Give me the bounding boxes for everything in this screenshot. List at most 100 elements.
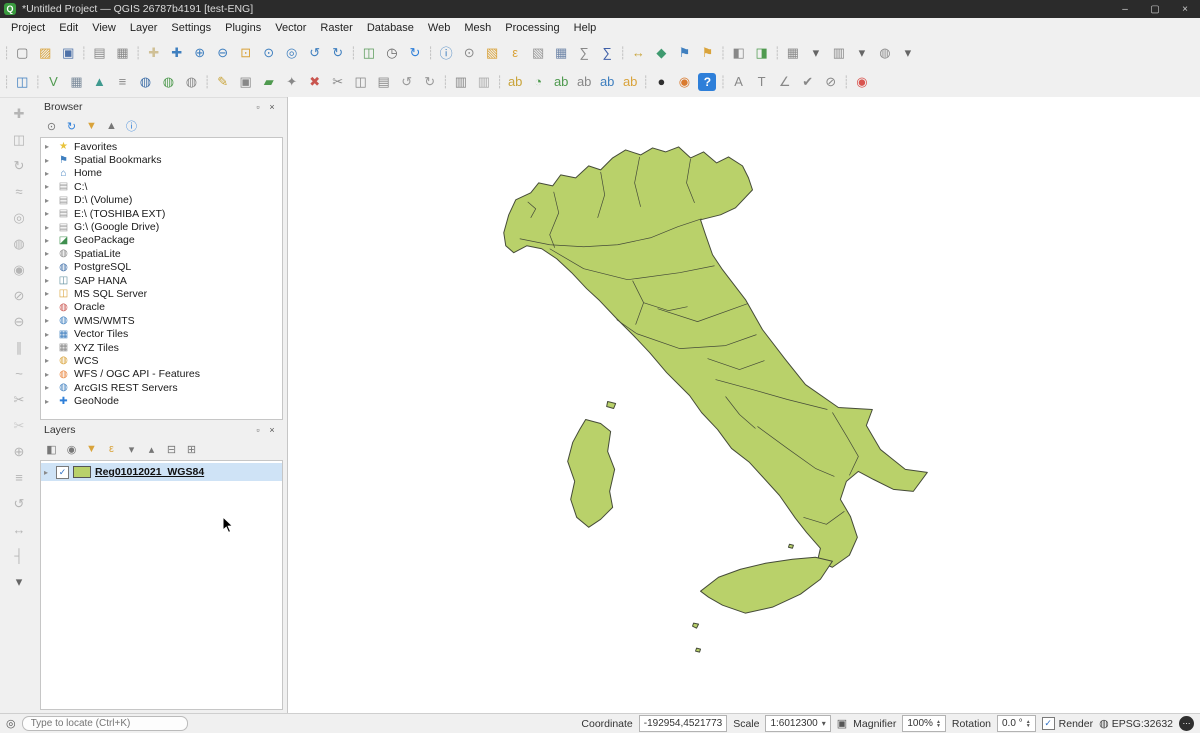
zoom-to-layer-icon[interactable]: ◎ [281,42,303,64]
browser-item[interactable]: ▸ ◍ WCS [41,354,282,367]
vector-group-icon[interactable]: ▥ [828,42,850,64]
expand-caret-icon[interactable]: ▸ [45,356,53,365]
deselect-region-icon[interactable]: ▥ [473,71,495,93]
messages-button[interactable]: ⋯ [1179,716,1194,731]
coordinate-value[interactable]: -192954,4521773 [639,715,727,732]
browser-item[interactable]: ▸ ▤ G:\ (Google Drive) [41,220,282,233]
menu-item[interactable]: Web [421,20,457,36]
topology-checker-icon[interactable]: ✔ [797,71,819,93]
open-attribute-table-icon[interactable]: ▦ [550,42,572,64]
expand-caret-icon[interactable]: ▸ [45,330,53,339]
menu-item[interactable]: View [85,20,123,36]
expand-caret-icon[interactable]: ▸ [45,343,53,352]
temporal-controller-icon[interactable]: ◷ [381,42,403,64]
change-label-icon[interactable]: ab [619,71,641,93]
trim-extend-icon[interactable]: ┤ [7,544,31,567]
expand-caret-icon[interactable]: ▸ [45,223,53,232]
browser-item[interactable]: ▸ ◍ WMS/WMTS [41,314,282,327]
toolbar-handle[interactable]: ┊ [350,42,357,64]
layer-styling-icon[interactable]: ◧ [728,42,750,64]
annotation-toolbar-icon[interactable]: A [728,71,750,93]
deselect-features-icon[interactable]: ▧ [527,42,549,64]
spin-arrows[interactable]: ▲ ▼ [936,720,941,728]
text-annotation-icon[interactable]: T [751,71,773,93]
browser-item[interactable]: ▸ ▤ C:\ [41,180,282,193]
new-bookmark-icon[interactable]: ⚑ [673,42,695,64]
zoom-full-icon[interactable]: ⊡ [235,42,257,64]
float-panel-button[interactable]: ▫ [251,425,265,435]
web-group-icon[interactable]: ◍ [874,42,896,64]
run-feature-action-icon[interactable]: ⊙ [458,42,480,64]
expand-caret-icon[interactable]: ▸ [45,182,53,191]
reshape-features-icon[interactable]: ~ [7,362,31,385]
new-3d-map-icon[interactable]: ◫ [358,42,380,64]
toolbar-handle[interactable]: ┊ [642,71,649,93]
dropdown-caret-icon[interactable]: ▾ [897,42,919,64]
filter-browser-icon[interactable]: ▼ [83,118,100,135]
collapse-all-icon[interactable]: ▴ [143,441,160,458]
legend-caret-icon[interactable]: ▸ [44,468,52,477]
render-checkbox-group[interactable]: ✓ Render [1042,717,1093,730]
properties-widget-icon[interactable]: ⓘ [123,118,140,135]
zoom-next-icon[interactable]: ↻ [327,42,349,64]
toolbar-handle[interactable]: ┊ [34,71,41,93]
browser-item[interactable]: ▸ ◪ GeoPackage [41,234,282,247]
browser-item[interactable]: ▸ ▤ E:\ (TOSHIBA EXT) [41,207,282,220]
merge-features-icon[interactable]: ⊕ [7,440,31,463]
browser-item[interactable]: ▸ ⚑ Spatial Bookmarks [41,153,282,166]
expand-caret-icon[interactable]: ▸ [45,383,53,392]
menu-item[interactable]: Vector [268,20,313,36]
delete-ring-icon[interactable]: ⊘ [7,284,31,307]
locator-input[interactable] [22,716,188,731]
minimize-button[interactable]: – [1110,0,1140,18]
toolbar-handle[interactable]: ┊ [134,42,141,64]
expand-caret-icon[interactable]: ▸ [45,276,53,285]
toggle-editing-icon[interactable]: ✎ [212,71,234,93]
toolbar-handle[interactable]: ┊ [843,71,850,93]
lock-scale-icon[interactable]: ▣ [837,717,847,730]
new-print-layout-icon[interactable]: ▤ [88,42,110,64]
menu-item[interactable]: Project [4,20,52,36]
select-region-icon[interactable]: ▥ [450,71,472,93]
expand-caret-icon[interactable]: ▸ [45,196,53,205]
expand-caret-icon[interactable]: ▸ [45,142,53,151]
browser-item[interactable]: ▸ ▦ Vector Tiles [41,327,282,340]
menu-item[interactable]: Layer [123,20,165,36]
add-delimited-text-icon[interactable]: ≡ [111,71,133,93]
layer-labeling-icon[interactable]: ab [504,71,526,93]
expand-caret-icon[interactable]: ▸ [45,169,53,178]
split-features-icon[interactable]: ✂ [7,388,31,411]
vertex-tool-icon[interactable]: ✦ [281,71,303,93]
browser-item[interactable]: ▸ ◍ WFS / OGC API - Features [41,368,282,381]
browser-item[interactable]: ▸ ✚ GeoNode [41,394,282,407]
browser-item[interactable]: ▸ ▤ D:\ (Volume) [41,194,282,207]
add-postgis-layer-icon[interactable]: ◍ [134,71,156,93]
spin-down-icon[interactable]: ▼ [1026,724,1031,728]
browser-item[interactable]: ▸ ◍ SpatiaLite [41,247,282,260]
browser-item[interactable]: ▸ ◫ MS SQL Server [41,287,282,300]
toolbar-handle[interactable]: ┊ [80,42,87,64]
add-vector-layer-icon[interactable]: V [42,71,64,93]
toolbar-handle[interactable]: ┊ [203,71,210,93]
menu-item[interactable]: Mesh [457,20,498,36]
add-raster-layer-icon[interactable]: ▦ [65,71,87,93]
expand-caret-icon[interactable]: ▸ [45,236,53,245]
select-by-expression-icon[interactable]: ε [504,42,526,64]
browser-item[interactable]: ▸ ◍ ArcGIS REST Servers [41,381,282,394]
legend-overflow-icon[interactable]: ⊞ [183,441,200,458]
float-panel-button[interactable]: ▫ [251,102,265,112]
scale-combobox[interactable]: 1:6012300 ▾ [765,715,830,732]
manage-map-themes-icon[interactable]: ◉ [63,441,80,458]
menu-item[interactable]: Database [360,20,421,36]
menu-item[interactable]: Raster [313,20,359,36]
toolbar-handle[interactable]: ┊ [774,42,781,64]
browser-search-icon[interactable]: ⊙ [43,118,60,135]
cad-tools-icon[interactable]: ∠ [774,71,796,93]
layer-row[interactable]: ▸ ✓ Reg01012021_WGS84 [41,463,282,481]
magnifier-spinbox[interactable]: 100% ▲ ▼ [902,715,946,732]
filter-by-expression-icon[interactable]: ε [103,441,120,458]
add-mesh-layer-icon[interactable]: ▲ [88,71,110,93]
add-polygon-feature-icon[interactable]: ▰ [258,71,280,93]
statistical-summary-icon[interactable]: ∑ [596,42,618,64]
save-layer-edits-icon[interactable]: ▣ [235,71,257,93]
